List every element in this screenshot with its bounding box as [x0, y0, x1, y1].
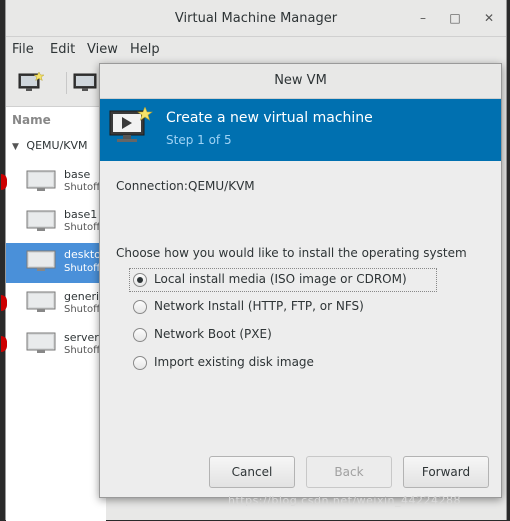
- vm-status: Shutoff: [64, 182, 100, 193]
- close-button[interactable]: ✕: [481, 10, 497, 26]
- new-vm-banner-icon: [109, 107, 153, 142]
- radio-local-media[interactable]: [133, 273, 147, 287]
- install-method-prompt: Choose how you would like to install the…: [116, 246, 467, 260]
- main-window-title: Virtual Machine Manager: [174, 11, 338, 26]
- red-marker: [1, 295, 7, 311]
- vm-name: server: [64, 331, 99, 344]
- red-marker: [1, 174, 7, 190]
- vm-row-generic[interactable]: generic Shutoff: [1, 285, 106, 325]
- banner-step: Step 1 of 5: [166, 133, 232, 147]
- option-label: Network Boot (PXE): [154, 327, 272, 341]
- option-label: Local install media (ISO image or CDROM): [154, 272, 407, 286]
- menu-help[interactable]: Help: [130, 42, 160, 57]
- maximize-button[interactable]: □: [447, 10, 463, 26]
- minimize-button[interactable]: –: [415, 10, 431, 26]
- vm-monitor-icon: [26, 250, 56, 271]
- red-marker: [1, 336, 7, 352]
- column-header-name[interactable]: Name: [12, 113, 51, 127]
- option-local-media[interactable]: Local install media (ISO image or CDROM): [129, 268, 437, 292]
- radio-import-disk[interactable]: [133, 356, 147, 370]
- back-button[interactable]: Back: [306, 456, 392, 488]
- vm-name: base: [64, 168, 91, 181]
- vm-row-base1[interactable]: base1 Shutoff: [6, 204, 106, 244]
- connection-group-label: QEMU/KVM: [26, 139, 88, 152]
- watermark: https://blog.csdn.net/weixin_44224288: [228, 494, 462, 507]
- connection-label: Connection:: [116, 179, 188, 193]
- option-network-install[interactable]: Network Install (HTTP, FTP, or NFS): [130, 296, 436, 318]
- radio-network-boot[interactable]: [133, 328, 147, 342]
- open-console-icon[interactable]: [73, 72, 99, 92]
- expander-icon[interactable]: ▼: [12, 142, 19, 152]
- connection-value: QEMU/KVM: [188, 179, 255, 193]
- vm-row-desktop[interactable]: desktop Shutoff: [6, 243, 108, 283]
- banner-title: Create a new virtual machine: [166, 110, 373, 126]
- forward-button[interactable]: Forward: [403, 456, 489, 488]
- menu-view[interactable]: View: [87, 42, 118, 57]
- new-vm-icon[interactable]: [18, 72, 44, 92]
- vm-monitor-icon: [26, 170, 56, 191]
- menu-edit[interactable]: Edit: [50, 42, 75, 57]
- connection-group[interactable]: ▼ QEMU/KVM: [12, 139, 88, 152]
- cancel-button[interactable]: Cancel: [209, 456, 295, 488]
- vm-row-server[interactable]: server Shutoff: [1, 326, 106, 366]
- menubar: [6, 37, 506, 63]
- vm-monitor-icon: [26, 291, 56, 312]
- vm-status: Shutoff: [64, 304, 100, 315]
- new-vm-dialog: New VM Create a new virtual machine Step…: [99, 63, 502, 498]
- toolbar-separator: [66, 72, 67, 94]
- radio-network-install[interactable]: [133, 300, 147, 314]
- vm-name: base1: [64, 208, 98, 221]
- vm-status: Shutoff: [64, 263, 100, 274]
- option-label: Import existing disk image: [154, 355, 314, 369]
- vm-monitor-icon: [26, 210, 56, 231]
- main-titlebar[interactable]: Virtual Machine Manager – □ ✕: [6, 0, 506, 37]
- option-network-boot[interactable]: Network Boot (PXE): [130, 324, 436, 346]
- vm-status: Shutoff: [64, 222, 100, 233]
- wizard-banner: Create a new virtual machine Step 1 of 5: [100, 99, 501, 161]
- menu-file[interactable]: File: [12, 42, 34, 57]
- dialog-title[interactable]: New VM: [100, 64, 501, 99]
- option-label: Network Install (HTTP, FTP, or NFS): [154, 299, 364, 313]
- vm-row-base[interactable]: base Shutoff: [1, 164, 106, 204]
- vm-monitor-icon: [26, 332, 56, 353]
- vm-status: Shutoff: [64, 345, 100, 356]
- option-import-disk[interactable]: Import existing disk image: [130, 352, 436, 374]
